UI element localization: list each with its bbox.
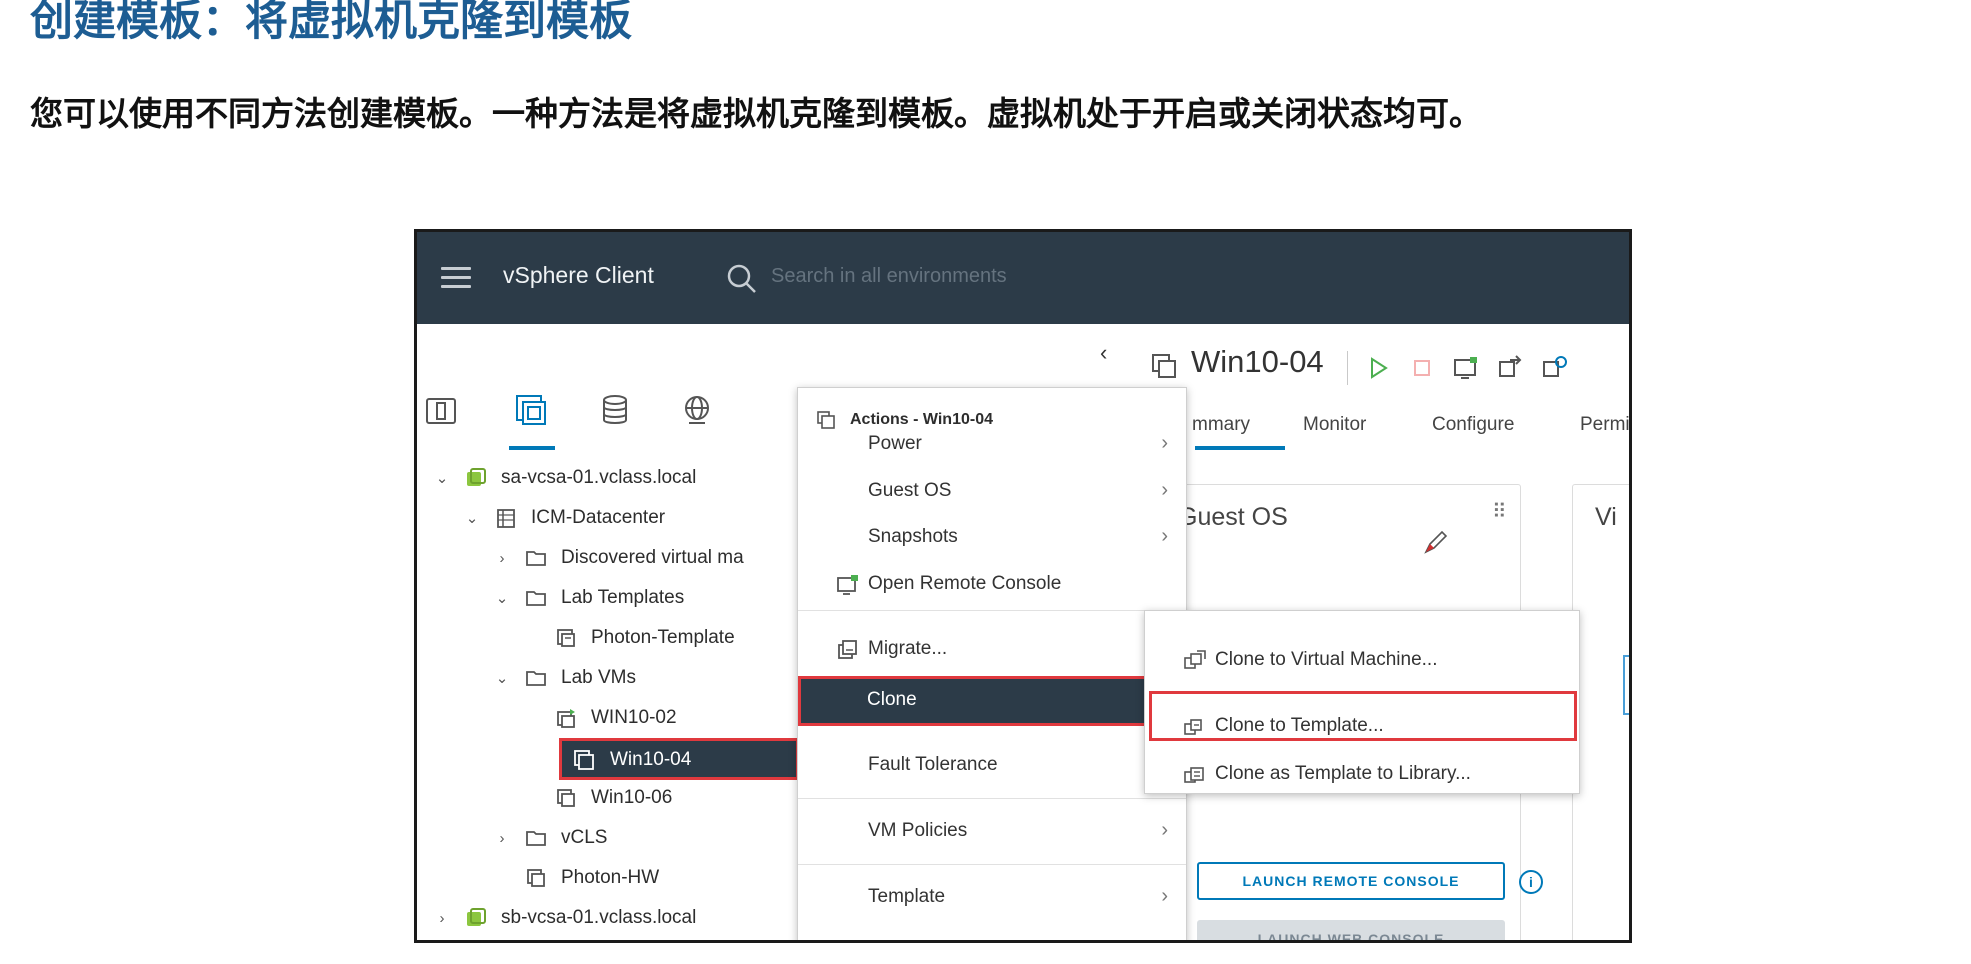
remote-console-icon (837, 575, 858, 595)
tree-item-win10-02[interactable]: WIN10-02 (523, 698, 677, 738)
datacenter-icon (495, 507, 517, 529)
tree-item-lab-vms[interactable]: ⌄ Lab VMs (493, 658, 636, 698)
tab-summary[interactable]: mmary (1192, 414, 1250, 436)
menu-item-clone[interactable]: Clone › (798, 676, 1184, 726)
tree-item-icm-datacenter[interactable]: ⌄ ICM-Datacenter (463, 498, 665, 538)
tree-item-sb-vcsa[interactable]: › sb-vcsa-01.vclass.local (433, 898, 697, 938)
remote-console-icon[interactable] (1452, 354, 1480, 382)
folder-icon (525, 827, 547, 849)
migrate-icon[interactable] (1496, 354, 1524, 382)
chevron-right-icon: › (1161, 525, 1168, 547)
submenu-item-clone-as-template-to-library[interactable]: Clone as Template to Library... (1145, 753, 1579, 797)
active-tab-indicator (1195, 446, 1285, 450)
vcenter-icon (465, 907, 487, 929)
menu-hamburger-icon[interactable] (441, 267, 471, 289)
expand-chevron-icon[interactable]: ⌄ (493, 589, 511, 607)
launch-remote-console-button[interactable]: LAUNCH REMOTE CONSOLE (1197, 862, 1505, 900)
networking-view-icon[interactable] (679, 392, 719, 432)
collapse-pane-chevron-icon[interactable]: ‹ (1100, 340, 1107, 366)
vm-icon (572, 748, 596, 772)
migrate-icon (838, 640, 857, 659)
menu-item-guest-os[interactable]: Guest OS › (798, 469, 1186, 513)
menu-item-vm-policies[interactable]: VM Policies › (798, 809, 1186, 853)
vm-icon (555, 787, 577, 809)
power-off-icon[interactable] (1408, 354, 1436, 382)
tree-item-photon-hw[interactable]: Photon-HW (493, 858, 659, 898)
clone-vm-icon (1184, 650, 1206, 669)
vms-templates-view-icon[interactable] (513, 392, 553, 432)
folder-icon (525, 547, 547, 569)
actions-context-menu: Actions - Win10-04 Power › Guest OS › Sn… (797, 387, 1187, 940)
tab-monitor[interactable]: Monitor (1303, 414, 1366, 436)
actions-icon[interactable] (1540, 354, 1568, 382)
expand-chevron-icon[interactable]: ⌄ (463, 509, 481, 527)
collapse-chevron-icon[interactable]: › (493, 550, 511, 567)
info-icon[interactable]: i (1519, 870, 1543, 894)
chevron-right-icon: › (1161, 885, 1168, 907)
clone-library-icon (1184, 767, 1204, 783)
menu-item-open-remote-console[interactable]: Open Remote Console (798, 562, 1186, 606)
search-icon[interactable] (725, 262, 759, 296)
folder-icon (525, 587, 547, 609)
menu-item-migrate[interactable]: Migrate... (798, 627, 1186, 671)
vm-icon (1152, 354, 1176, 378)
vm-title: Win10-04 (1191, 344, 1324, 379)
menu-item-power[interactable]: Power › (798, 422, 1186, 466)
folder-icon (525, 667, 547, 689)
vm-hardware-card: Vi (1572, 484, 1629, 940)
expand-chevron-icon[interactable]: ⌄ (433, 469, 451, 487)
search-input[interactable]: Search in all environments (771, 265, 1007, 288)
menu-item-template[interactable]: Template › (798, 875, 1186, 919)
vsphere-screenshot: vSphere Client Search in all environment… (414, 229, 1632, 943)
launch-web-console-button[interactable]: LAUNCH WEB CONSOLE (1197, 920, 1505, 940)
collapse-chevron-icon[interactable]: › (433, 910, 451, 927)
tree-item-win10-06[interactable]: Win10-06 (523, 778, 672, 818)
card-title: Vi (1595, 503, 1617, 531)
chevron-right-icon: › (1161, 819, 1168, 841)
clone-to-template-highlight (1149, 691, 1577, 741)
pen-annotation-icon (1424, 530, 1448, 554)
vm-powered-on-icon (555, 707, 577, 729)
vm-action-toolbar (1347, 350, 1568, 386)
tab-permissions[interactable]: Permi (1580, 414, 1629, 436)
storage-view-icon[interactable] (597, 392, 637, 432)
tree-item-win10-04-selected[interactable]: Win10-04 (559, 738, 799, 780)
menu-item-snapshots[interactable]: Snapshots › (798, 515, 1186, 559)
tree-item-discovered-vms[interactable]: › Discovered virtual ma (493, 538, 744, 578)
collapse-chevron-icon[interactable]: › (493, 830, 511, 847)
card-title: Guest OS (1178, 503, 1288, 531)
tab-configure[interactable]: Configure (1432, 414, 1514, 436)
top-navigation-bar: vSphere Client Search in all environment… (417, 232, 1629, 324)
vm-icon (525, 867, 547, 889)
diagram-fragment (1623, 655, 1629, 715)
chevron-right-icon: › (1161, 479, 1168, 501)
vcenter-icon (465, 467, 487, 489)
tree-item-vcls[interactable]: › vCLS (493, 818, 608, 858)
drag-handle-icon[interactable]: ⠿ (1492, 499, 1507, 524)
power-on-icon[interactable] (1364, 354, 1392, 382)
expand-chevron-icon[interactable]: ⌄ (493, 669, 511, 687)
menu-item-fault-tolerance[interactable]: Fault Tolerance › (798, 743, 1186, 787)
submenu-item-clone-to-vm[interactable]: Clone to Virtual Machine... (1145, 639, 1579, 683)
hosts-clusters-view-icon[interactable] (423, 392, 463, 432)
tree-item-photon-template[interactable]: Photon-Template (523, 618, 735, 658)
inventory-view-tabs (417, 392, 797, 442)
active-view-indicator (509, 446, 555, 450)
tree-item-sa-vcsa[interactable]: ⌄ sa-vcsa-01.vclass.local (433, 458, 697, 498)
slide-description: 您可以使用不同方法创建模板。一种方法是将虚拟机克隆到模板。虚拟机处于开启或关闭状… (30, 94, 1482, 133)
chevron-right-icon: › (1161, 432, 1168, 454)
tree-item-lab-templates[interactable]: ⌄ Lab Templates (493, 578, 685, 618)
slide-title: 创建模板：将虚拟机克隆到模板 (30, 0, 632, 46)
app-title[interactable]: vSphere Client (503, 262, 654, 289)
clone-submenu: Clone to Virtual Machine... Clone to Tem… (1144, 610, 1580, 794)
template-icon (555, 627, 577, 649)
